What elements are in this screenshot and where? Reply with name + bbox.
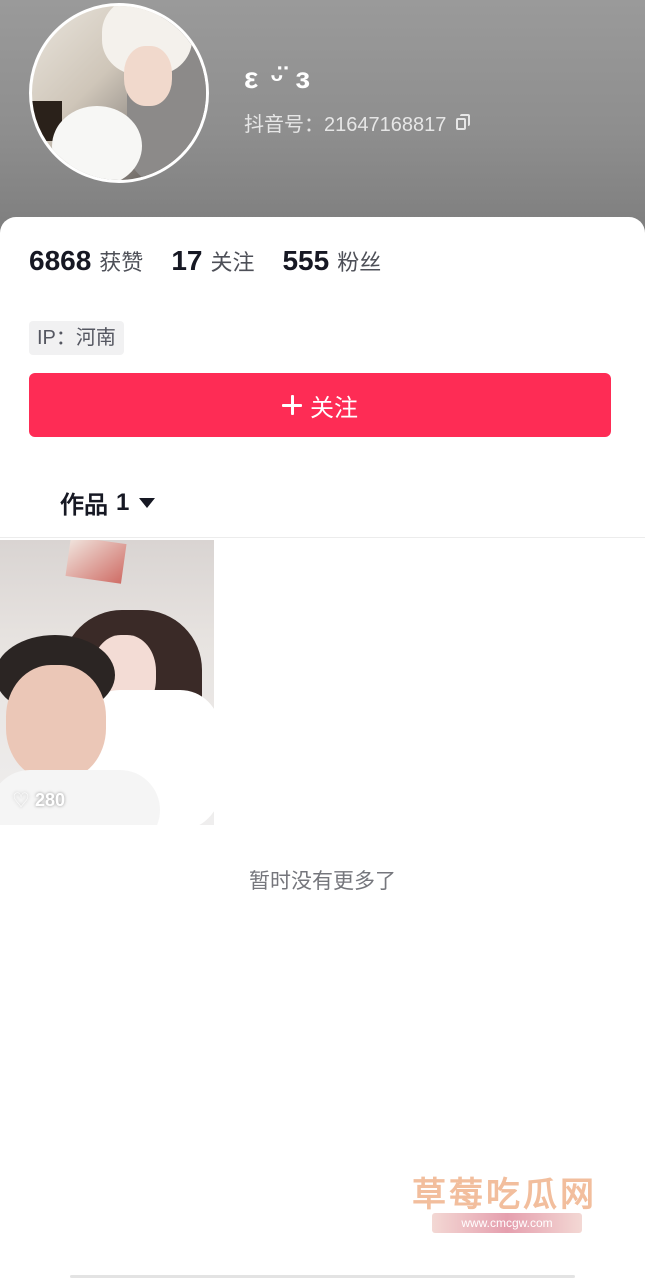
no-more-text: 暂时没有更多了: [249, 870, 396, 893]
ip-location-tag: IP：河南: [29, 321, 124, 355]
stat-followers[interactable]: 555 粉丝: [282, 245, 381, 277]
stat-following[interactable]: 17 关注: [171, 245, 254, 277]
tab-works-label: 作品: [60, 492, 108, 519]
douyin-id: 抖音号：21647168817: [244, 114, 447, 136]
stat-likes-value: 6868: [29, 245, 92, 276]
watermark-logo: 草莓吃瓜网: [412, 1176, 597, 1214]
home-indicator: [70, 1275, 575, 1278]
profile-card: 6868 获赞 17 关注 555 粉丝 IP：河南 关注 作品 1 ♡ 280: [0, 217, 645, 1280]
caret-down-icon[interactable]: [139, 497, 156, 508]
follow-button-label: 关注: [310, 394, 358, 422]
stats-row: 6868 获赞 17 关注 555 粉丝: [29, 245, 409, 277]
nickname: ε ᵕ̈ ɜ: [244, 62, 313, 95]
stat-following-value: 17: [171, 245, 203, 276]
divider: [0, 537, 645, 538]
avatar[interactable]: [29, 3, 209, 183]
stat-likes: 6868 获赞: [29, 245, 143, 277]
tab-works[interactable]: 作品 1: [60, 485, 156, 520]
stat-following-label: 关注: [210, 250, 255, 275]
stat-followers-label: 粉丝: [337, 250, 382, 275]
watermark-url: www.cmcgw.com: [432, 1213, 582, 1233]
copy-icon[interactable]: [456, 113, 471, 130]
tab-works-count: 1: [116, 488, 130, 516]
heart-icon: ♡: [12, 790, 30, 812]
video-thumbnail[interactable]: ♡ 280: [0, 540, 214, 825]
follow-button[interactable]: 关注: [29, 373, 611, 437]
stat-likes-label: 获赞: [99, 250, 144, 275]
plus-icon: [282, 395, 302, 415]
stat-followers-value: 555: [282, 245, 330, 276]
video-likes: 280: [34, 790, 65, 810]
douyin-id-row[interactable]: 抖音号：21647168817: [244, 108, 471, 137]
video-like-count: ♡ 280: [12, 788, 65, 813]
